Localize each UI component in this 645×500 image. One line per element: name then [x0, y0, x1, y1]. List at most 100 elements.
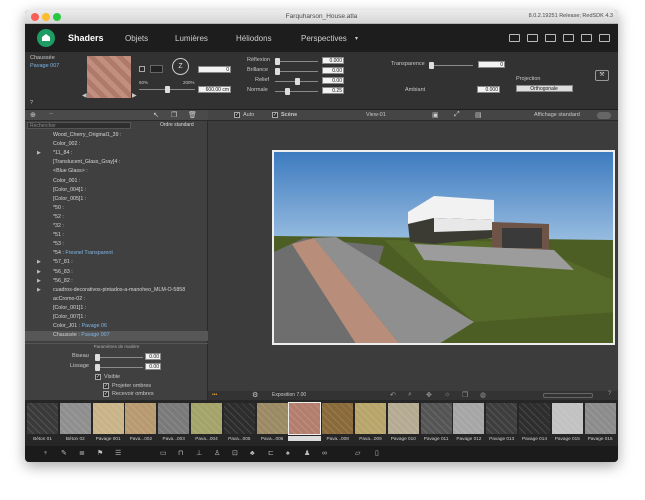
scale-slider[interactable]	[139, 86, 195, 93]
color-well[interactable]	[150, 65, 163, 73]
display-toggle[interactable]	[597, 112, 611, 119]
material-tile[interactable]	[256, 403, 288, 434]
tab-perspectives[interactable]: Perspectives	[301, 34, 347, 43]
list-item[interactable]: Wood_Cherry_Original1_39 :	[25, 131, 208, 141]
marker-icon[interactable]: ⚑	[97, 450, 103, 458]
mapping-checkbox[interactable]	[139, 66, 145, 72]
material-tile[interactable]	[322, 403, 354, 434]
list-item[interactable]: *54 : Fresnel Transparent	[25, 249, 208, 259]
tree-icon[interactable]: ♠	[286, 450, 290, 458]
export-icon[interactable]	[545, 34, 556, 42]
render-icon[interactable]: ▤	[475, 111, 482, 119]
material-tile[interactable]	[420, 403, 452, 434]
shader-preview-swatch[interactable]	[87, 56, 131, 98]
window-icon[interactable]	[581, 34, 592, 42]
display-mode-label[interactable]: Affichage standard	[534, 112, 580, 118]
material-tile[interactable]	[387, 403, 419, 434]
list-item[interactable]: *52 :	[25, 213, 208, 223]
transparence-field[interactable]: 0	[478, 61, 505, 68]
render-view[interactable]	[272, 150, 615, 345]
view-name[interactable]: View-01	[366, 112, 386, 118]
folder-icon[interactable]: ▱	[355, 450, 360, 458]
expand-arrow-icon[interactable]: ▶	[37, 268, 41, 278]
sofa-icon[interactable]: ▭	[160, 450, 167, 458]
lissage-slider[interactable]	[95, 364, 143, 371]
ambiant-field[interactable]: 0.000	[477, 86, 500, 93]
sync-icon[interactable]	[527, 34, 538, 42]
sort-select[interactable]: Ordre standard	[160, 122, 205, 129]
scale-field[interactable]: 0	[198, 66, 231, 73]
list-item[interactable]: acCromo-02 :	[25, 295, 208, 305]
list-item[interactable]: [Translucent_Glass_Gray]4 :	[25, 158, 208, 168]
tab-shaders[interactable]: Shaders	[68, 33, 104, 43]
list-item[interactable]: ▶ *56_82 :	[25, 277, 208, 287]
move-icon[interactable]: ✥	[426, 391, 432, 399]
glasses-icon[interactable]: ∞	[322, 450, 327, 458]
material-tile[interactable]	[551, 403, 583, 434]
list-item[interactable]: ▶ *57_81 :	[25, 258, 208, 268]
perspectives-dropdown-icon[interactable]: ▾	[355, 35, 358, 42]
car-icon[interactable]: ⊡	[232, 450, 238, 458]
lines-icon[interactable]: ☰	[115, 450, 121, 458]
next-arrow-icon[interactable]: ▶	[132, 92, 137, 99]
lissage-field[interactable]: 0.00	[145, 363, 161, 370]
search-input[interactable]: Rechercher	[27, 122, 131, 129]
expand-arrow-icon[interactable]: ▶	[37, 149, 41, 159]
scale-dial-icon[interactable]: Z	[172, 58, 189, 75]
transparence-slider[interactable]	[429, 62, 473, 69]
frame-icon[interactable]: ▣	[432, 111, 439, 119]
auto-checkbox[interactable]: ✓	[234, 112, 240, 118]
material-tile[interactable]	[519, 403, 550, 434]
expand-arrow-icon[interactable]: ▶	[37, 277, 41, 287]
material-tile[interactable]	[355, 403, 386, 434]
list-item[interactable]: ▶ cuadros-decorativos-pintados-a-manoheo_…	[25, 286, 208, 296]
list-item[interactable]: <Blue Glass> :	[25, 167, 208, 177]
visible-checkbox[interactable]: ✓	[95, 374, 101, 380]
paint-icon[interactable]: ✎	[61, 450, 67, 458]
add-material-icon[interactable]: ⊕	[30, 111, 36, 119]
list-item[interactable]: ▶ *56_83 :	[25, 268, 208, 278]
list-item[interactable]: [Color_004]1 :	[25, 186, 208, 196]
normale-slider[interactable]	[275, 88, 318, 95]
camera-icon[interactable]	[563, 34, 574, 42]
biseau-field[interactable]: 0.00	[145, 353, 161, 360]
tab-lumieres[interactable]: Lumières	[175, 34, 208, 43]
expand-arrow-icon[interactable]: ▶	[37, 258, 41, 268]
trash-icon[interactable]: 🗑	[188, 111, 197, 119]
list-item[interactable]: Color_J01 : Pavage 06	[25, 322, 208, 332]
material-tile[interactable]	[288, 402, 322, 435]
copy-icon[interactable]: ❐	[462, 391, 468, 399]
material-tile[interactable]	[453, 403, 485, 434]
material-tile[interactable]	[125, 403, 157, 434]
settings-gear-icon[interactable]: ⚙	[252, 391, 258, 399]
material-tile[interactable]	[92, 403, 124, 434]
globe-icon[interactable]: ◍	[480, 391, 486, 399]
fit-view-icon[interactable]: ⤢	[454, 111, 460, 119]
recevoir-ombres-checkbox[interactable]: ✓	[103, 391, 109, 397]
duplicate-icon[interactable]: ❐	[171, 111, 177, 119]
more-icon[interactable]: •••	[212, 392, 217, 398]
exposure-label[interactable]: Exposition 7.00	[272, 392, 306, 398]
pointer-icon[interactable]: ↖	[153, 111, 159, 119]
material-tile[interactable]	[158, 403, 190, 434]
projeter-ombres-checkbox[interactable]: ✓	[103, 383, 109, 389]
reflexion-slider[interactable]	[275, 58, 318, 65]
fullscreen-icon[interactable]	[599, 34, 610, 42]
light-icon[interactable]: ☼	[444, 391, 450, 398]
list-item[interactable]: *32 :	[25, 222, 208, 232]
brillance-field[interactable]: 0.00	[322, 67, 344, 74]
lamp-icon[interactable]: ♙	[214, 450, 220, 458]
cart-icon[interactable]	[509, 34, 520, 42]
list-item[interactable]: Color_001 :	[25, 177, 208, 187]
material-tile[interactable]	[486, 403, 518, 434]
document-icon[interactable]: ▯	[375, 450, 379, 458]
zoom-slider[interactable]	[543, 393, 593, 398]
remove-material-icon[interactable]: −	[49, 111, 53, 118]
wrench-icon[interactable]: ⚒	[595, 70, 609, 81]
list-item[interactable]: *53 :	[25, 240, 208, 250]
help-icon[interactable]: ?	[30, 100, 33, 106]
list-item[interactable]: Color_002 :	[25, 140, 208, 150]
brush-icon[interactable]: ♆	[43, 450, 48, 458]
material-tile[interactable]	[223, 403, 255, 434]
table-icon[interactable]: ⊓	[178, 450, 183, 458]
